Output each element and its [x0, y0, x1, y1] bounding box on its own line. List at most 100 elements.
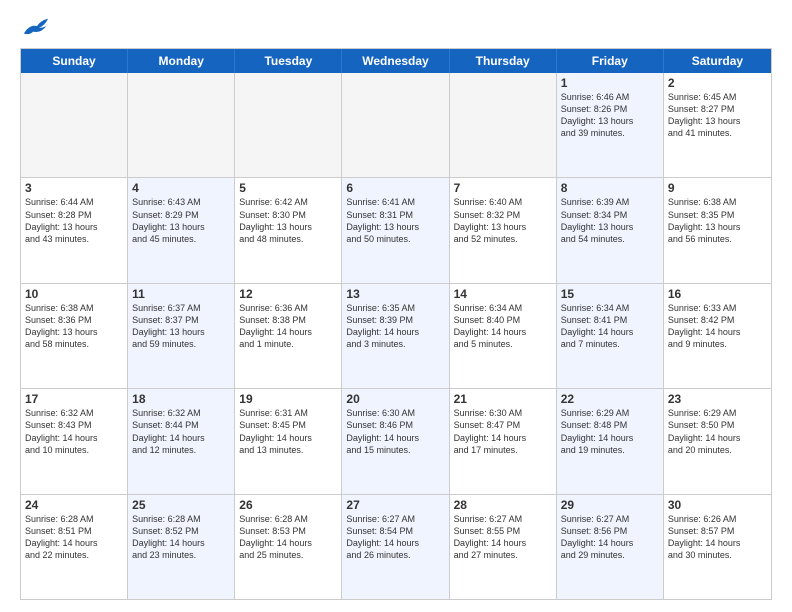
day-number: 22	[561, 392, 659, 406]
calendar-cell: 11Sunrise: 6:37 AMSunset: 8:37 PMDayligh…	[128, 284, 235, 388]
day-number: 1	[561, 76, 659, 90]
day-info: Sunrise: 6:43 AMSunset: 8:29 PMDaylight:…	[132, 196, 230, 245]
day-number: 27	[346, 498, 444, 512]
day-info: Sunrise: 6:30 AMSunset: 8:46 PMDaylight:…	[346, 407, 444, 456]
calendar-cell: 9Sunrise: 6:38 AMSunset: 8:35 PMDaylight…	[664, 178, 771, 282]
day-info: Sunrise: 6:32 AMSunset: 8:44 PMDaylight:…	[132, 407, 230, 456]
weekday-header-sunday: Sunday	[21, 49, 128, 73]
day-info: Sunrise: 6:27 AMSunset: 8:55 PMDaylight:…	[454, 513, 552, 562]
day-info: Sunrise: 6:29 AMSunset: 8:50 PMDaylight:…	[668, 407, 767, 456]
day-number: 25	[132, 498, 230, 512]
calendar-cell: 30Sunrise: 6:26 AMSunset: 8:57 PMDayligh…	[664, 495, 771, 599]
calendar-cell: 21Sunrise: 6:30 AMSunset: 8:47 PMDayligh…	[450, 389, 557, 493]
calendar-cell: 4Sunrise: 6:43 AMSunset: 8:29 PMDaylight…	[128, 178, 235, 282]
day-number: 17	[25, 392, 123, 406]
day-info: Sunrise: 6:34 AMSunset: 8:41 PMDaylight:…	[561, 302, 659, 351]
calendar-cell	[450, 73, 557, 177]
day-info: Sunrise: 6:34 AMSunset: 8:40 PMDaylight:…	[454, 302, 552, 351]
day-info: Sunrise: 6:37 AMSunset: 8:37 PMDaylight:…	[132, 302, 230, 351]
day-number: 12	[239, 287, 337, 301]
calendar-cell	[128, 73, 235, 177]
logo-text	[20, 16, 50, 38]
calendar-week-4: 17Sunrise: 6:32 AMSunset: 8:43 PMDayligh…	[21, 389, 771, 494]
day-info: Sunrise: 6:41 AMSunset: 8:31 PMDaylight:…	[346, 196, 444, 245]
calendar-cell	[21, 73, 128, 177]
weekday-header-saturday: Saturday	[664, 49, 771, 73]
calendar-cell: 24Sunrise: 6:28 AMSunset: 8:51 PMDayligh…	[21, 495, 128, 599]
calendar-cell: 1Sunrise: 6:46 AMSunset: 8:26 PMDaylight…	[557, 73, 664, 177]
calendar-week-3: 10Sunrise: 6:38 AMSunset: 8:36 PMDayligh…	[21, 284, 771, 389]
day-info: Sunrise: 6:28 AMSunset: 8:53 PMDaylight:…	[239, 513, 337, 562]
day-number: 26	[239, 498, 337, 512]
day-info: Sunrise: 6:35 AMSunset: 8:39 PMDaylight:…	[346, 302, 444, 351]
calendar-cell: 28Sunrise: 6:27 AMSunset: 8:55 PMDayligh…	[450, 495, 557, 599]
day-number: 5	[239, 181, 337, 195]
weekday-header-wednesday: Wednesday	[342, 49, 449, 73]
logo-bird-icon	[22, 16, 50, 38]
day-number: 13	[346, 287, 444, 301]
day-number: 11	[132, 287, 230, 301]
day-number: 2	[668, 76, 767, 90]
day-info: Sunrise: 6:32 AMSunset: 8:43 PMDaylight:…	[25, 407, 123, 456]
day-info: Sunrise: 6:29 AMSunset: 8:48 PMDaylight:…	[561, 407, 659, 456]
calendar-cell: 23Sunrise: 6:29 AMSunset: 8:50 PMDayligh…	[664, 389, 771, 493]
day-info: Sunrise: 6:26 AMSunset: 8:57 PMDaylight:…	[668, 513, 767, 562]
calendar-cell: 16Sunrise: 6:33 AMSunset: 8:42 PMDayligh…	[664, 284, 771, 388]
day-info: Sunrise: 6:46 AMSunset: 8:26 PMDaylight:…	[561, 91, 659, 140]
day-info: Sunrise: 6:33 AMSunset: 8:42 PMDaylight:…	[668, 302, 767, 351]
calendar-week-5: 24Sunrise: 6:28 AMSunset: 8:51 PMDayligh…	[21, 495, 771, 599]
calendar-cell: 7Sunrise: 6:40 AMSunset: 8:32 PMDaylight…	[450, 178, 557, 282]
day-number: 15	[561, 287, 659, 301]
calendar-cell: 29Sunrise: 6:27 AMSunset: 8:56 PMDayligh…	[557, 495, 664, 599]
day-info: Sunrise: 6:40 AMSunset: 8:32 PMDaylight:…	[454, 196, 552, 245]
day-number: 6	[346, 181, 444, 195]
day-number: 24	[25, 498, 123, 512]
calendar-cell: 6Sunrise: 6:41 AMSunset: 8:31 PMDaylight…	[342, 178, 449, 282]
header	[20, 16, 772, 38]
day-number: 29	[561, 498, 659, 512]
day-info: Sunrise: 6:38 AMSunset: 8:36 PMDaylight:…	[25, 302, 123, 351]
day-number: 9	[668, 181, 767, 195]
calendar-week-1: 1Sunrise: 6:46 AMSunset: 8:26 PMDaylight…	[21, 73, 771, 178]
calendar-body: 1Sunrise: 6:46 AMSunset: 8:26 PMDaylight…	[21, 73, 771, 599]
day-info: Sunrise: 6:45 AMSunset: 8:27 PMDaylight:…	[668, 91, 767, 140]
day-info: Sunrise: 6:27 AMSunset: 8:56 PMDaylight:…	[561, 513, 659, 562]
day-number: 21	[454, 392, 552, 406]
day-number: 30	[668, 498, 767, 512]
page: SundayMondayTuesdayWednesdayThursdayFrid…	[0, 0, 792, 612]
day-info: Sunrise: 6:39 AMSunset: 8:34 PMDaylight:…	[561, 196, 659, 245]
day-number: 4	[132, 181, 230, 195]
calendar-cell: 10Sunrise: 6:38 AMSunset: 8:36 PMDayligh…	[21, 284, 128, 388]
weekday-header-tuesday: Tuesday	[235, 49, 342, 73]
calendar-cell: 22Sunrise: 6:29 AMSunset: 8:48 PMDayligh…	[557, 389, 664, 493]
day-number: 18	[132, 392, 230, 406]
day-number: 7	[454, 181, 552, 195]
day-info: Sunrise: 6:27 AMSunset: 8:54 PMDaylight:…	[346, 513, 444, 562]
calendar-cell: 26Sunrise: 6:28 AMSunset: 8:53 PMDayligh…	[235, 495, 342, 599]
day-number: 20	[346, 392, 444, 406]
calendar-cell	[342, 73, 449, 177]
weekday-header-friday: Friday	[557, 49, 664, 73]
calendar-cell: 12Sunrise: 6:36 AMSunset: 8:38 PMDayligh…	[235, 284, 342, 388]
day-number: 14	[454, 287, 552, 301]
day-info: Sunrise: 6:31 AMSunset: 8:45 PMDaylight:…	[239, 407, 337, 456]
day-info: Sunrise: 6:28 AMSunset: 8:52 PMDaylight:…	[132, 513, 230, 562]
day-info: Sunrise: 6:44 AMSunset: 8:28 PMDaylight:…	[25, 196, 123, 245]
day-number: 10	[25, 287, 123, 301]
calendar-cell: 14Sunrise: 6:34 AMSunset: 8:40 PMDayligh…	[450, 284, 557, 388]
day-number: 8	[561, 181, 659, 195]
calendar-cell: 15Sunrise: 6:34 AMSunset: 8:41 PMDayligh…	[557, 284, 664, 388]
day-number: 16	[668, 287, 767, 301]
calendar-cell	[235, 73, 342, 177]
weekday-header-monday: Monday	[128, 49, 235, 73]
calendar-cell: 18Sunrise: 6:32 AMSunset: 8:44 PMDayligh…	[128, 389, 235, 493]
weekday-header-thursday: Thursday	[450, 49, 557, 73]
calendar-cell: 13Sunrise: 6:35 AMSunset: 8:39 PMDayligh…	[342, 284, 449, 388]
calendar-cell: 27Sunrise: 6:27 AMSunset: 8:54 PMDayligh…	[342, 495, 449, 599]
day-info: Sunrise: 6:30 AMSunset: 8:47 PMDaylight:…	[454, 407, 552, 456]
logo	[20, 16, 50, 38]
day-number: 28	[454, 498, 552, 512]
calendar-cell: 8Sunrise: 6:39 AMSunset: 8:34 PMDaylight…	[557, 178, 664, 282]
calendar-cell: 19Sunrise: 6:31 AMSunset: 8:45 PMDayligh…	[235, 389, 342, 493]
calendar-header: SundayMondayTuesdayWednesdayThursdayFrid…	[21, 49, 771, 73]
